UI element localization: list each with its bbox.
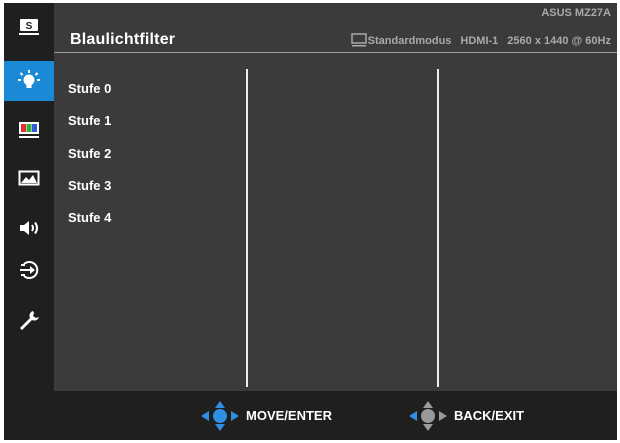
- back-exit-hint: BACK/EXIT: [408, 391, 524, 440]
- sidebar-item-sound[interactable]: [4, 208, 54, 248]
- svg-text:S: S: [26, 21, 33, 32]
- input-label: HDMI-1: [460, 35, 499, 47]
- joystick-move-icon: [201, 400, 239, 431]
- content-area: Stufe 0 Stufe 1 Stufe 2 Stufe 3 Stufe 4: [54, 53, 617, 391]
- resolution-label: 2560 x 1440 @ 60Hz: [507, 35, 611, 47]
- column-divider: [437, 69, 439, 387]
- sidebar-item-blue-light-filter[interactable]: [4, 61, 54, 101]
- sidebar-item-system-setup[interactable]: [4, 300, 54, 340]
- option-stufe-4[interactable]: Stufe 4: [68, 210, 111, 225]
- model-name: ASUS MZ27A: [541, 7, 611, 19]
- option-stufe-2[interactable]: Stufe 2: [68, 146, 111, 161]
- column-divider: [246, 69, 248, 387]
- mode-label: Standardmodus: [367, 35, 452, 47]
- option-stufe-0[interactable]: Stufe 0: [68, 81, 111, 96]
- status-bar: Standardmodus HDMI-1 2560 x 1440 @ 60Hz: [350, 33, 611, 47]
- osd-menu: S Blaulichtfilter ASUS MZ27A Standardmod…: [4, 3, 617, 440]
- move-enter-hint: MOVE/ENTER: [200, 391, 332, 440]
- sidebar-item-color[interactable]: [4, 110, 54, 150]
- option-stufe-1[interactable]: Stufe 1: [68, 113, 111, 128]
- system-setup-wrench-icon: [20, 311, 39, 330]
- sidebar-item-image[interactable]: [4, 158, 54, 198]
- sidebar: S: [4, 3, 54, 391]
- sound-icon: [20, 221, 38, 235]
- color-bars-icon: [19, 122, 39, 138]
- header: Blaulichtfilter ASUS MZ27A Standardmodus…: [54, 3, 617, 53]
- input-select-icon: [20, 261, 39, 279]
- footer: MOVE/ENTER BACK/EXIT: [4, 391, 617, 440]
- page-title: Blaulichtfilter: [70, 31, 176, 48]
- back-exit-label: BACK/EXIT: [454, 408, 525, 423]
- monitor-icon: [350, 33, 367, 47]
- sidebar-item-splendid[interactable]: S: [4, 8, 54, 48]
- move-enter-label: MOVE/ENTER: [246, 408, 332, 423]
- joystick-back-icon: [409, 400, 447, 431]
- splendid-s-icon: S: [19, 19, 39, 35]
- blue-light-filter-icon: [18, 70, 40, 88]
- option-stufe-3[interactable]: Stufe 3: [68, 178, 111, 193]
- sidebar-item-input-select[interactable]: [4, 250, 54, 290]
- image-icon: [18, 170, 40, 186]
